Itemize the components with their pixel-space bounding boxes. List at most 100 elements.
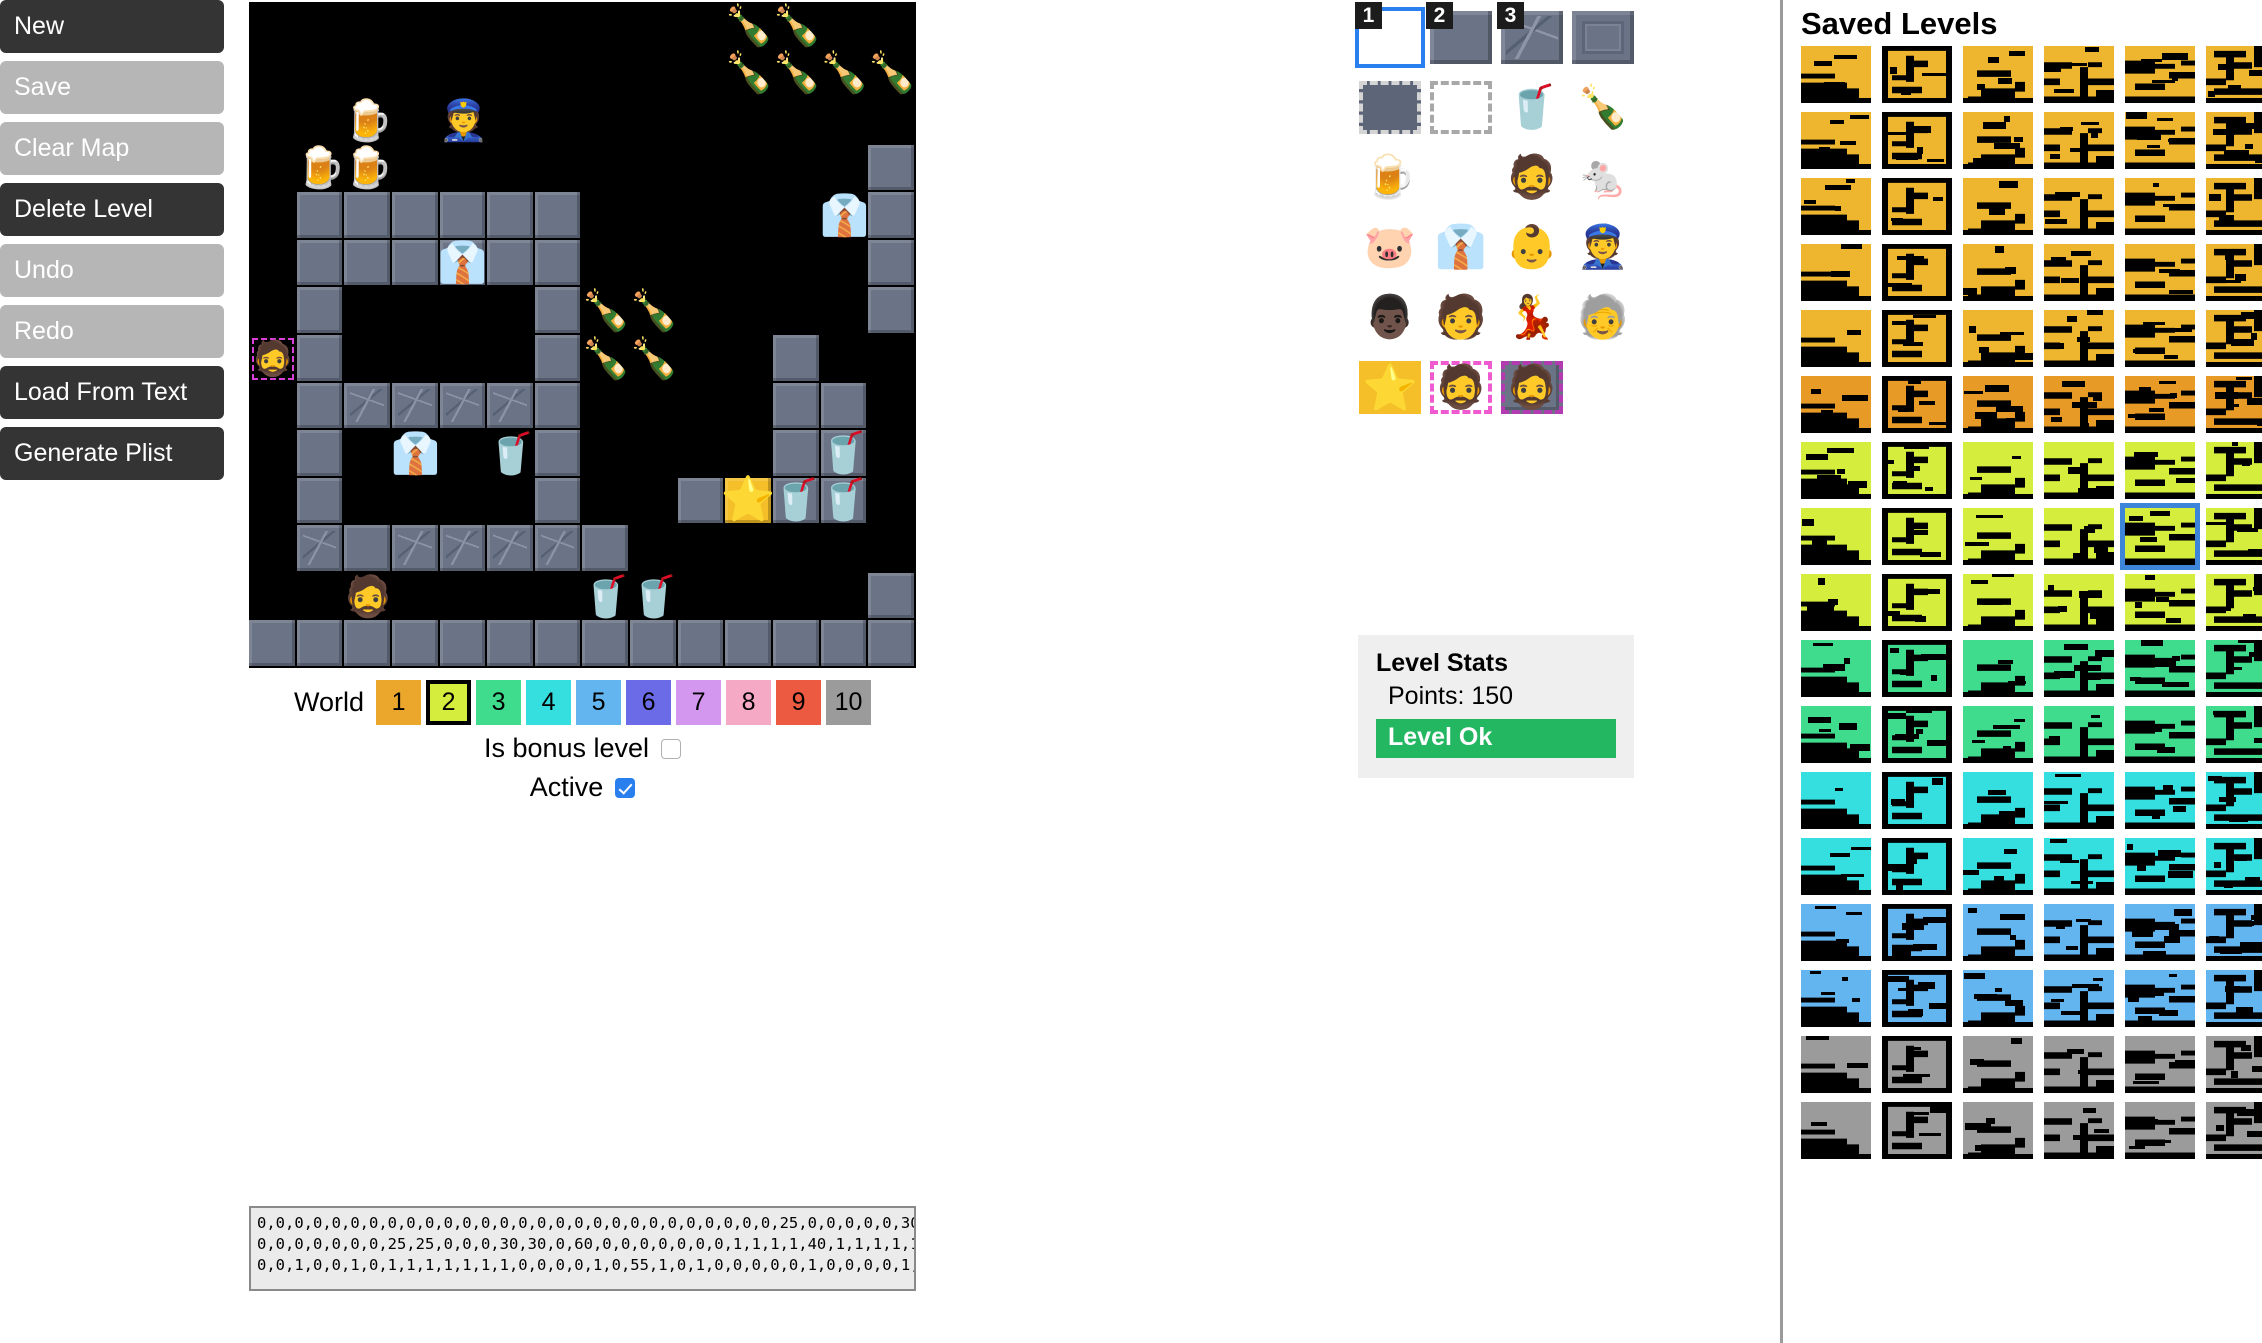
map-cell-empty[interactable] — [630, 2, 678, 50]
palette-enemy-police[interactable]: 👮 — [1568, 212, 1638, 282]
map-cell-empty[interactable] — [582, 2, 630, 50]
saved-level-thumbnail[interactable] — [2044, 706, 2114, 763]
map-cell-block[interactable] — [773, 430, 821, 478]
map-cell-block[interactable] — [535, 620, 583, 668]
bonus-level-checkbox[interactable] — [661, 739, 681, 759]
world-button-4[interactable]: 4 — [526, 680, 571, 725]
saved-level-thumbnail[interactable] — [1963, 244, 2033, 301]
map-cell-block[interactable] — [535, 335, 583, 383]
map-cell-block[interactable] — [582, 620, 630, 668]
map-cell-empty[interactable] — [630, 383, 678, 431]
saved-level-thumbnail[interactable] — [2125, 46, 2195, 103]
map-cell-empty[interactable] — [582, 430, 630, 478]
world-button-8[interactable]: 8 — [726, 680, 771, 725]
map-cell-empty[interactable] — [535, 50, 583, 98]
saved-level-thumbnail[interactable] — [2125, 178, 2195, 235]
palette-enemy-pink-pig[interactable]: 🐷 — [1355, 212, 1425, 282]
map-cell-empty[interactable] — [868, 430, 916, 478]
world-button-9[interactable]: 9 — [776, 680, 821, 725]
map-cell-empty[interactable]: 🍺 — [297, 145, 345, 193]
map-cell-block[interactable] — [535, 383, 583, 431]
map-cell-empty[interactable] — [297, 573, 345, 621]
map-cell-empty[interactable]: 🍾 — [821, 50, 869, 98]
level-map-canvas[interactable]: 🍾🍾🍾🍾🍾🍾🍺👮🛭🍺🍺👔👔🍾🍾🧔🍾🍾👔🥤🥤⭐🥤🥤🧔🥤🥤 — [249, 2, 916, 668]
map-cell-empty[interactable] — [678, 2, 726, 50]
map-cell-empty[interactable]: 🍾 — [630, 335, 678, 383]
saved-level-thumbnail[interactable] — [2125, 838, 2195, 895]
map-cell-empty[interactable] — [487, 478, 535, 526]
map-cell-empty[interactable] — [868, 383, 916, 431]
map-cell-empty[interactable] — [678, 192, 726, 240]
world-button-7[interactable]: 7 — [676, 680, 721, 725]
map-cell-empty[interactable] — [630, 192, 678, 240]
map-cell-empty[interactable] — [725, 192, 773, 240]
map-cell-block[interactable]: 🥤 — [821, 430, 869, 478]
map-cell-empty[interactable] — [582, 192, 630, 240]
saved-level-thumbnail[interactable] — [1963, 310, 2033, 367]
saved-level-thumbnail[interactable] — [2125, 706, 2195, 763]
map-cell-crack[interactable] — [487, 383, 535, 431]
map-cell-empty[interactable]: 🍺 — [344, 145, 392, 193]
saved-level-thumbnail[interactable] — [1882, 244, 1952, 301]
saved-level-thumbnail[interactable] — [2125, 904, 2195, 961]
saved-level-thumbnail[interactable] — [1963, 904, 2033, 961]
map-cell-block[interactable] — [535, 240, 583, 288]
map-cell-block[interactable] — [344, 192, 392, 240]
map-cell-empty[interactable] — [582, 97, 630, 145]
saved-level-thumbnail[interactable] — [1882, 970, 1952, 1027]
saved-level-thumbnail[interactable] — [1963, 508, 2033, 565]
saved-level-thumbnail[interactable] — [2206, 772, 2262, 829]
map-cell-empty[interactable]: 🍾 — [630, 287, 678, 335]
world-button-5[interactable]: 5 — [576, 680, 621, 725]
map-cell-empty[interactable] — [487, 50, 535, 98]
palette-tile-empty-marked[interactable] — [1426, 72, 1496, 142]
saved-level-thumbnail[interactable] — [2044, 442, 2114, 499]
map-cell-block[interactable] — [868, 573, 916, 621]
palette-enemy-party-girl[interactable]: 💃 — [1497, 282, 1567, 352]
map-cell-block[interactable] — [487, 192, 535, 240]
map-cell-empty[interactable] — [249, 2, 297, 50]
map-cell-empty[interactable] — [582, 240, 630, 288]
saved-level-thumbnail[interactable] — [2125, 508, 2195, 565]
saved-level-thumbnail[interactable] — [2044, 178, 2114, 235]
map-cell-empty[interactable] — [392, 335, 440, 383]
saved-level-thumbnail[interactable] — [2206, 244, 2262, 301]
saved-level-thumbnail[interactable] — [2044, 46, 2114, 103]
saved-level-thumbnail[interactable] — [1801, 310, 1871, 367]
map-cell-empty[interactable]: 👔 — [392, 430, 440, 478]
map-cell-empty[interactable] — [344, 50, 392, 98]
saved-level-thumbnail[interactable] — [2206, 376, 2262, 433]
map-cell-block[interactable] — [440, 620, 488, 668]
map-cell-empty[interactable]: 🍾 — [582, 335, 630, 383]
map-cell-empty[interactable] — [249, 573, 297, 621]
map-cell-crack[interactable] — [487, 525, 535, 573]
map-cell-crack[interactable] — [440, 383, 488, 431]
map-cell-empty[interactable] — [392, 287, 440, 335]
saved-level-thumbnail[interactable] — [1963, 838, 2033, 895]
saved-level-thumbnail[interactable] — [2125, 1102, 2195, 1159]
map-cell-empty[interactable] — [440, 2, 488, 50]
saved-level-thumbnail[interactable] — [1882, 508, 1952, 565]
map-cell-empty[interactable] — [725, 525, 773, 573]
saved-level-thumbnail[interactable] — [1801, 772, 1871, 829]
saved-level-thumbnail[interactable] — [2044, 772, 2114, 829]
world-button-6[interactable]: 6 — [626, 680, 671, 725]
saved-level-thumbnail[interactable] — [2044, 1036, 2114, 1093]
map-cell-block[interactable] — [535, 430, 583, 478]
saved-level-thumbnail[interactable] — [1963, 574, 2033, 631]
map-cell-block[interactable] — [773, 620, 821, 668]
map-cell-block[interactable] — [678, 478, 726, 526]
map-cell-empty[interactable] — [344, 335, 392, 383]
map-cell-empty[interactable] — [725, 240, 773, 288]
saved-level-thumbnail[interactable] — [2125, 442, 2195, 499]
map-cell-empty[interactable] — [249, 287, 297, 335]
map-cell-empty[interactable]: 🍾 — [725, 2, 773, 50]
map-cell-empty[interactable] — [582, 383, 630, 431]
saved-level-thumbnail[interactable] — [2125, 112, 2195, 169]
palette-enemy-hippie[interactable]: 🧔 — [1497, 142, 1567, 212]
saved-level-thumbnail[interactable] — [2125, 640, 2195, 697]
map-cell-block[interactable] — [678, 620, 726, 668]
saved-level-thumbnail[interactable] — [1801, 904, 1871, 961]
saved-level-thumbnail[interactable] — [2206, 838, 2262, 895]
palette-player-spawn[interactable]: 🧔 — [1426, 352, 1496, 422]
